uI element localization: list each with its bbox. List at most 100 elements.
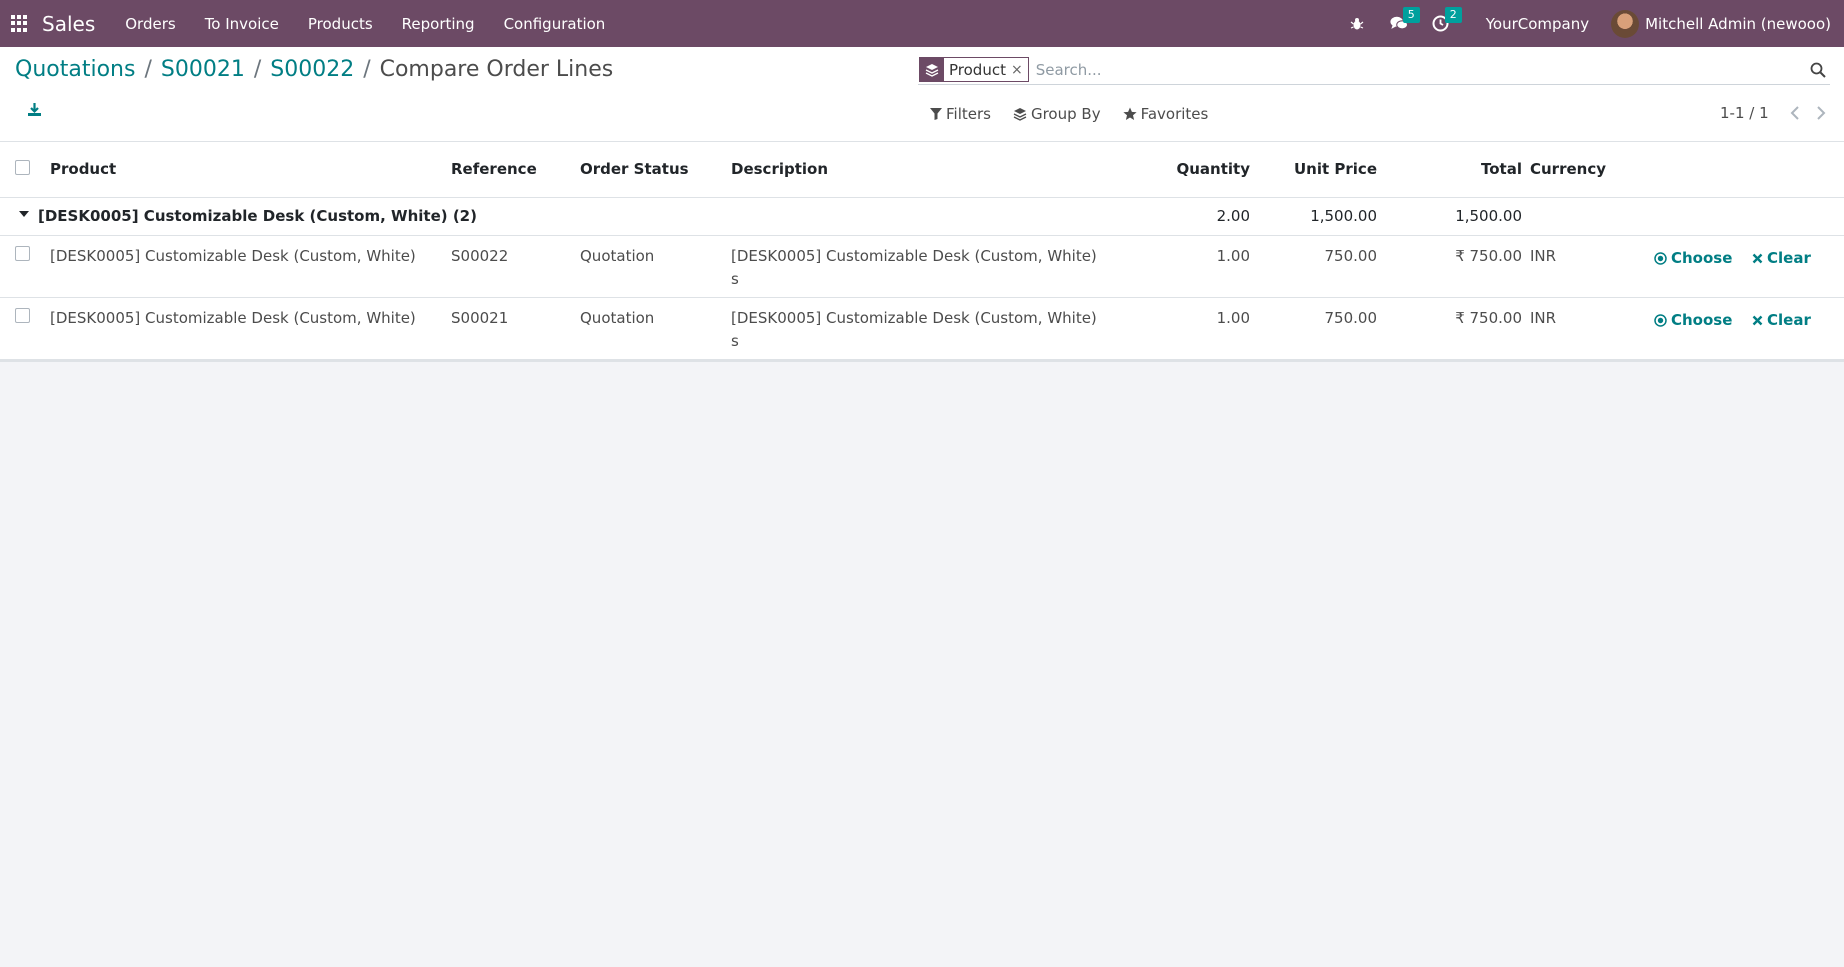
breadcrumb-s00022[interactable]: S00022 bbox=[270, 57, 354, 82]
cell-currency: INR bbox=[1522, 297, 1638, 360]
download-icon[interactable] bbox=[27, 102, 43, 118]
cell-unit-price: 750.00 bbox=[1250, 297, 1377, 360]
description-line: [DESK0005] Customizable Desk (Custom, Wh… bbox=[731, 246, 1097, 265]
search-facet-product: Product × bbox=[919, 57, 1029, 82]
choose-button[interactable]: Choose bbox=[1654, 309, 1732, 332]
breadcrumb-separator: / bbox=[144, 57, 152, 82]
group-header[interactable]: [DESK0005] Customizable Desk (Custom, Wh… bbox=[0, 207, 1109, 225]
column-header-quantity[interactable]: Quantity bbox=[1109, 142, 1250, 198]
cell-description: [DESK0005] Customizable Desk (Custom, Wh… bbox=[731, 297, 1109, 360]
target-icon bbox=[1654, 251, 1667, 265]
messages-icon[interactable]: 5 bbox=[1390, 6, 1420, 33]
breadcrumb-quotations[interactable]: Quotations bbox=[15, 57, 135, 82]
clear-label: Clear bbox=[1767, 310, 1811, 329]
cell-reference: S00021 bbox=[451, 297, 580, 360]
cell-description: [DESK0005] Customizable Desk (Custom, Wh… bbox=[731, 235, 1109, 298]
user-avatar[interactable] bbox=[1611, 9, 1640, 38]
choose-label: Choose bbox=[1671, 310, 1733, 329]
menu-reporting[interactable]: Reporting bbox=[402, 15, 475, 33]
cell-unit-price: 750.00 bbox=[1250, 235, 1377, 298]
filters-label: Filters bbox=[946, 105, 991, 123]
facet-remove-icon[interactable]: × bbox=[1011, 62, 1028, 78]
description-line: [DESK0005] Customizable Desk (Custom, Wh… bbox=[731, 308, 1097, 327]
menu-orders[interactable]: Orders bbox=[125, 15, 175, 33]
breadcrumb-separator: / bbox=[363, 57, 371, 82]
group-quantity: 2.00 bbox=[1109, 197, 1250, 236]
group-label: [DESK0005] Customizable Desk (Custom, Wh… bbox=[38, 207, 477, 225]
layers-icon bbox=[920, 58, 944, 81]
table-row[interactable]: [DESK0005] Customizable Desk (Custom, Wh… bbox=[0, 297, 1844, 360]
cell-order-status: Quotation bbox=[580, 235, 731, 298]
column-header-action-clear bbox=[1742, 142, 1844, 198]
messages-badge: 5 bbox=[1402, 6, 1420, 23]
table-header-row: Product Reference Order Status Descripti… bbox=[0, 142, 1844, 198]
breadcrumb-separator: / bbox=[253, 57, 262, 82]
order-lines-table: Product Reference Order Status Descripti… bbox=[0, 142, 1844, 360]
cell-quantity: 1.00 bbox=[1109, 235, 1250, 298]
clear-button[interactable]: Clear bbox=[1752, 309, 1811, 332]
page-title: Compare Order Lines bbox=[379, 57, 614, 82]
pager: 1-1 / 1 bbox=[1720, 104, 1839, 122]
cell-product: [DESK0005] Customizable Desk (Custom, Wh… bbox=[50, 235, 451, 298]
breadcrumb-s00021[interactable]: S00021 bbox=[161, 57, 245, 82]
menu-configuration[interactable]: Configuration bbox=[504, 15, 606, 33]
top-navbar: Sales Orders To Invoice Products Reporti… bbox=[0, 0, 1844, 47]
search-input[interactable] bbox=[1035, 60, 1736, 79]
company-switcher[interactable]: YourCompany bbox=[1486, 15, 1589, 33]
menu-to-invoice[interactable]: To Invoice bbox=[205, 15, 279, 33]
column-header-total[interactable]: Total bbox=[1377, 142, 1522, 198]
control-panel: Quotations / S00021 / S00022 / Compare O… bbox=[0, 47, 1844, 142]
cell-order-status: Quotation bbox=[580, 297, 731, 360]
column-header-product[interactable]: Product bbox=[50, 142, 451, 198]
cell-quantity: 1.00 bbox=[1109, 297, 1250, 360]
app-name[interactable]: Sales bbox=[42, 12, 95, 36]
column-header-order-status[interactable]: Order Status bbox=[580, 142, 731, 198]
filter-icon bbox=[930, 108, 942, 120]
search-icon[interactable] bbox=[1810, 62, 1826, 82]
apps-menu-icon[interactable] bbox=[11, 15, 28, 32]
search-bar: Product × bbox=[918, 55, 1830, 85]
group-row[interactable]: [DESK0005] Customizable Desk (Custom, Wh… bbox=[0, 197, 1844, 236]
activities-clock-icon[interactable]: 2 bbox=[1432, 6, 1462, 33]
user-menu[interactable]: Mitchell Admin (newooo) bbox=[1645, 15, 1831, 33]
cell-product: [DESK0005] Customizable Desk (Custom, Wh… bbox=[50, 297, 451, 360]
column-header-description[interactable]: Description bbox=[731, 142, 1109, 198]
column-header-unit-price[interactable]: Unit Price bbox=[1250, 142, 1377, 198]
breadcrumb: Quotations / S00021 / S00022 / Compare O… bbox=[15, 57, 613, 82]
description-line: s bbox=[731, 331, 739, 350]
cell-reference: S00022 bbox=[451, 235, 580, 298]
pager-value[interactable]: 1-1 / 1 bbox=[1720, 104, 1769, 122]
debug-bug-icon[interactable] bbox=[1348, 15, 1366, 33]
row-checkbox[interactable] bbox=[15, 245, 30, 261]
group-total: 1,500.00 bbox=[1377, 197, 1522, 236]
select-all-checkbox[interactable] bbox=[15, 159, 30, 175]
layers-icon bbox=[1013, 108, 1027, 121]
pager-next-icon[interactable] bbox=[1813, 105, 1829, 121]
choose-label: Choose bbox=[1671, 248, 1733, 267]
column-header-reference[interactable]: Reference bbox=[451, 142, 580, 198]
filters-button[interactable]: Filters bbox=[930, 105, 991, 123]
favorites-label: Favorites bbox=[1140, 105, 1209, 123]
choose-button[interactable]: Choose bbox=[1654, 247, 1732, 270]
group-unit-price: 1,500.00 bbox=[1250, 197, 1377, 236]
cell-currency: INR bbox=[1522, 235, 1638, 298]
cell-total: ₹ 750.00 bbox=[1377, 297, 1522, 360]
clear-label: Clear bbox=[1767, 248, 1811, 267]
table-row[interactable]: [DESK0005] Customizable Desk (Custom, Wh… bbox=[0, 235, 1844, 298]
table-bottom-border bbox=[0, 359, 1844, 362]
close-icon bbox=[1752, 253, 1763, 263]
target-icon bbox=[1654, 313, 1667, 327]
filter-toolbar: Filters Group By Favorites bbox=[930, 105, 1230, 123]
column-header-action-choose bbox=[1638, 142, 1742, 198]
group-by-label: Group By bbox=[1030, 105, 1101, 123]
description-line: s bbox=[731, 269, 739, 288]
favorites-button[interactable]: Favorites bbox=[1122, 105, 1209, 123]
caret-down-icon bbox=[19, 211, 29, 217]
pager-previous-icon[interactable] bbox=[1787, 105, 1803, 121]
column-header-currency[interactable]: Currency bbox=[1522, 142, 1638, 198]
group-by-button[interactable]: Group By bbox=[1013, 105, 1101, 123]
row-checkbox[interactable] bbox=[15, 307, 30, 323]
list-view: Product Reference Order Status Descripti… bbox=[0, 142, 1844, 362]
menu-products[interactable]: Products bbox=[308, 15, 373, 33]
clear-button[interactable]: Clear bbox=[1752, 247, 1811, 270]
